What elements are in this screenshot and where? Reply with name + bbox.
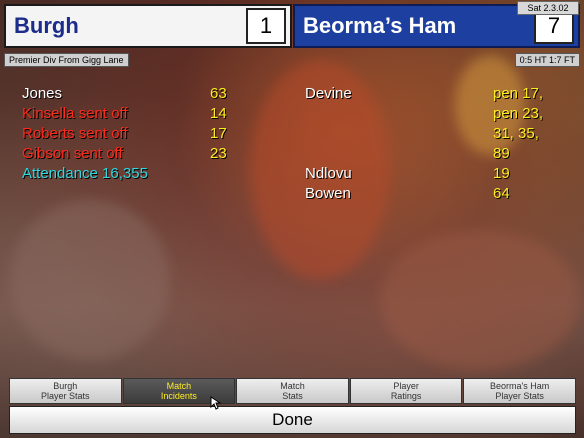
tab-label: Player Stats [495, 391, 544, 401]
away-incident-minutes: 31, 35, [493, 125, 539, 142]
away-incident-minutes: 89 [493, 145, 510, 162]
match-incidents-panel: Jones 63 Kinsella sent off 14 Roberts se… [0, 84, 584, 224]
tab-match-stats[interactable]: Match Stats [236, 378, 349, 404]
home-incident-text: Jones [22, 85, 63, 102]
home-incident-minutes: 17 [210, 125, 227, 142]
away-incident-text: Devine [305, 85, 352, 102]
tab-label: Match [166, 381, 192, 391]
tab-label: Stats [282, 391, 303, 401]
arrow-cursor-icon [210, 396, 222, 410]
away-incident-text: Ndlovu [305, 165, 352, 182]
crowd-background-right [380, 230, 580, 370]
tab-label: Match [280, 381, 305, 391]
tab-away-player-stats[interactable]: Beorma's Ham Player Stats [463, 378, 576, 404]
home-incident-minutes: 14 [210, 105, 227, 122]
away-incident-minutes: 64 [493, 185, 510, 202]
home-incident-minutes: 23 [210, 145, 227, 162]
tab-label: Burgh [53, 381, 78, 391]
tab-label: Beorma's Ham [490, 381, 550, 391]
away-incident-minutes: pen 17, [493, 85, 544, 102]
tab-label: Ratings [390, 391, 422, 401]
away-team-name: Beorma’s Ham [303, 13, 457, 38]
tab-home-player-stats[interactable]: Burgh Player Stats [9, 378, 122, 404]
home-incident-text: Kinsella sent off [22, 105, 128, 122]
crowd-background-left [10, 200, 170, 360]
home-team-name: Burgh [14, 13, 79, 38]
attendance-text: Attendance 16,355 [22, 165, 148, 182]
home-score: 1 [246, 8, 286, 44]
match-date: Sat 2.3.02 [517, 1, 579, 15]
competition-venue: Premier Div From Gigg Lane [4, 53, 129, 67]
done-button[interactable]: Done [9, 406, 576, 434]
away-incident-minutes: 19 [493, 165, 510, 182]
home-team-panel: Burgh 1 [4, 4, 292, 48]
tab-player-ratings[interactable]: Player Ratings [349, 378, 463, 404]
tab-label: Player Stats [41, 391, 90, 401]
tab-label: Incidents [160, 391, 197, 401]
away-incident-text: Bowen [305, 185, 351, 202]
stats-tab-bar: Burgh Player Stats Match Incidents Match… [9, 378, 576, 404]
home-incident-minutes: 63 [210, 85, 227, 102]
home-incident-text: Roberts sent off [22, 125, 128, 142]
halftime-fulltime-score: 0:5 HT 1:7 FT [514, 53, 580, 67]
away-incident-minutes: pen 23, [493, 105, 544, 122]
tab-label: Player [393, 381, 419, 391]
home-incident-text: Gibson sent off [22, 145, 123, 162]
